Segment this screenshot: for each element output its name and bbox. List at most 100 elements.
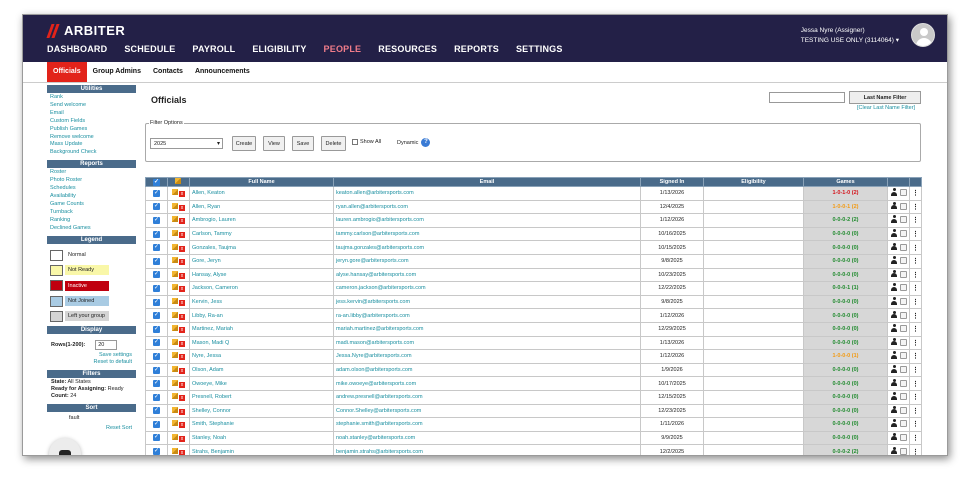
row-select-cell[interactable]: ✓ (145, 240, 168, 255)
row-select-cell[interactable]: ✓ (145, 226, 168, 242)
official-name[interactable]: Carlson, Tammy (189, 226, 334, 242)
official-email[interactable]: taujma.gonzales@arbitersports.com (333, 240, 641, 255)
edit-icon[interactable] (172, 379, 178, 386)
person-icon[interactable] (891, 269, 898, 278)
official-name[interactable]: Martinez, Mariah (189, 321, 334, 337)
more-options-icon[interactable]: ⋮ (909, 389, 922, 405)
report-link-roster[interactable]: Roster (50, 169, 136, 177)
official-email[interactable]: Jessa.Nyre@arbitersports.com (333, 349, 641, 364)
calendar-icon[interactable] (899, 338, 907, 346)
games-count[interactable]: 0-0-0-0 (0) (803, 321, 888, 337)
calendar-icon[interactable] (899, 379, 907, 387)
games-count[interactable]: 0-0-0-2 (2) (803, 213, 888, 228)
table-row[interactable]: ✓ x Shelley, Connor Connor.Shelley@arbiters… (145, 403, 922, 419)
season-select[interactable]: 2025 (150, 138, 223, 149)
table-row[interactable]: ✓ x Gore, Jeryn jeryn.gore@arbitersports.co… (145, 253, 922, 269)
person-icon[interactable] (891, 392, 898, 400)
official-email[interactable]: ra-an.libby@arbitersports.com (333, 308, 641, 323)
row-checkbox-icon[interactable]: ✓ (153, 216, 160, 224)
row-select-cell[interactable]: ✓ (145, 213, 168, 228)
delete-icon[interactable]: x (179, 245, 185, 252)
save-button[interactable]: Save (292, 136, 314, 151)
report-link-schedules[interactable]: Schedules (50, 185, 136, 193)
calendar-icon[interactable] (899, 366, 907, 374)
user-info[interactable]: Jessa Nyre (Assigner) TESTING USE ONLY (… (801, 26, 899, 46)
delete-icon[interactable]: x (179, 395, 185, 402)
delete-icon[interactable]: x (179, 368, 185, 375)
person-icon[interactable] (891, 419, 898, 427)
official-name[interactable]: Owoeye, Mike (189, 376, 334, 391)
row-select-cell[interactable]: ✓ (145, 389, 168, 405)
nav-payroll[interactable]: PAYROLL (192, 44, 235, 54)
more-options-icon[interactable]: ⋮ (909, 281, 922, 296)
edit-icon[interactable] (172, 420, 178, 427)
calendar-icon[interactable] (899, 447, 907, 455)
edit-icon[interactable] (172, 325, 178, 332)
official-email[interactable]: stephanie.smith@arbitersports.com (333, 417, 641, 432)
utility-link-publish-games[interactable]: Publish Games (50, 126, 136, 134)
official-email[interactable]: jeryn.gore@arbitersports.com (333, 253, 641, 269)
person-icon[interactable] (891, 432, 898, 441)
nav-schedule[interactable]: SCHEDULE (124, 44, 175, 54)
games-count[interactable]: 0-0-0-2 (2) (803, 444, 888, 455)
table-row[interactable]: ✓ x Libby, Ra-an ra-an.libby@arbitersports.… (145, 308, 922, 323)
person-icon[interactable] (891, 215, 898, 223)
row-checkbox-icon[interactable]: ✓ (153, 339, 160, 347)
official-name[interactable]: Allen, Keaton (189, 186, 334, 201)
calendar-icon[interactable] (899, 406, 907, 414)
row-checkbox-icon[interactable]: ✓ (153, 380, 160, 388)
official-name[interactable]: Nyre, Jessa (189, 349, 334, 364)
edit-icon[interactable] (172, 352, 178, 359)
more-options-icon[interactable]: ⋮ (909, 199, 922, 215)
more-options-icon[interactable]: ⋮ (909, 213, 922, 228)
row-select-cell[interactable]: ✓ (145, 430, 168, 446)
utility-link-send-welcome[interactable]: Send welcome (50, 102, 136, 110)
utility-link-background-check[interactable]: Background Check (50, 149, 136, 157)
calendar-icon[interactable] (899, 257, 907, 265)
report-link-ranking[interactable]: Ranking (50, 217, 136, 225)
row-checkbox-icon[interactable]: ✓ (153, 298, 160, 306)
official-email[interactable]: adam.olson@arbitersports.com (333, 362, 641, 378)
official-name[interactable]: Jackson, Cameron (189, 281, 334, 296)
person-icon[interactable] (891, 188, 898, 196)
nav-reports[interactable]: REPORTS (454, 44, 499, 54)
row-checkbox-icon[interactable]: ✓ (153, 230, 160, 238)
row-checkbox-icon[interactable]: ✓ (153, 325, 160, 333)
table-row[interactable]: ✓ x Hansay, Alyse alyse.hansay@arbitersport… (145, 267, 922, 283)
games-count[interactable]: 0-0-0-0 (0) (803, 226, 888, 242)
delete-button[interactable]: Delete (321, 136, 346, 151)
clear-last-name-filter-link[interactable]: [Clear Last Name Filter] (857, 105, 915, 111)
table-row[interactable]: ✓ x Ambrogio, Lauren lauren.ambrogio@arbite… (145, 213, 922, 228)
tab-announcements[interactable]: Announcements (189, 62, 256, 82)
row-select-cell[interactable]: ✓ (145, 199, 168, 215)
official-email[interactable]: cameron.jackson@arbitersports.com (333, 281, 641, 296)
delete-icon[interactable]: x (179, 313, 185, 320)
official-email[interactable]: ryan.allen@arbitersports.com (333, 199, 641, 215)
row-select-cell[interactable]: ✓ (145, 186, 168, 201)
avatar[interactable] (911, 23, 935, 47)
person-icon[interactable] (891, 337, 898, 346)
games-count[interactable]: 0-0-0-0 (0) (803, 430, 888, 446)
official-email[interactable]: Connor.Shelley@arbitersports.com (333, 403, 641, 419)
calendar-icon[interactable] (899, 433, 907, 441)
edit-icon[interactable] (172, 447, 178, 454)
rows-input[interactable]: 20 (95, 339, 118, 350)
official-email[interactable]: noah.stanley@arbitersports.com (333, 430, 641, 446)
games-count[interactable]: 1-0-1-0 (2) (803, 186, 888, 201)
row-checkbox-icon[interactable]: ✓ (153, 257, 160, 265)
official-name[interactable]: Smith, Stephanie (189, 417, 334, 432)
row-checkbox-icon[interactable]: ✓ (153, 352, 160, 360)
select-all-header[interactable]: ✓ (145, 177, 168, 187)
official-email[interactable]: jess.kervin@arbitersports.com (333, 294, 641, 310)
edit-icon[interactable] (172, 311, 178, 318)
games-count[interactable]: 0-0-0-0 (0) (803, 362, 888, 378)
report-link-turnback[interactable]: Turnback (50, 209, 136, 217)
row-checkbox-icon[interactable]: ✓ (153, 434, 160, 442)
table-row[interactable]: ✓ x Jackson, Cameron cameron.jackson@arbite… (145, 281, 922, 296)
official-email[interactable]: keaton.allen@arbitersports.com (333, 186, 641, 201)
table-row[interactable]: ✓ x Presnell, Robert andrew.presnell@arbite… (145, 389, 922, 405)
edit-icon[interactable] (172, 433, 178, 440)
nav-resources[interactable]: RESOURCES (378, 44, 437, 54)
official-name[interactable]: Gonzales, Taujma (189, 240, 334, 255)
nav-people[interactable]: PEOPLE (324, 44, 362, 54)
